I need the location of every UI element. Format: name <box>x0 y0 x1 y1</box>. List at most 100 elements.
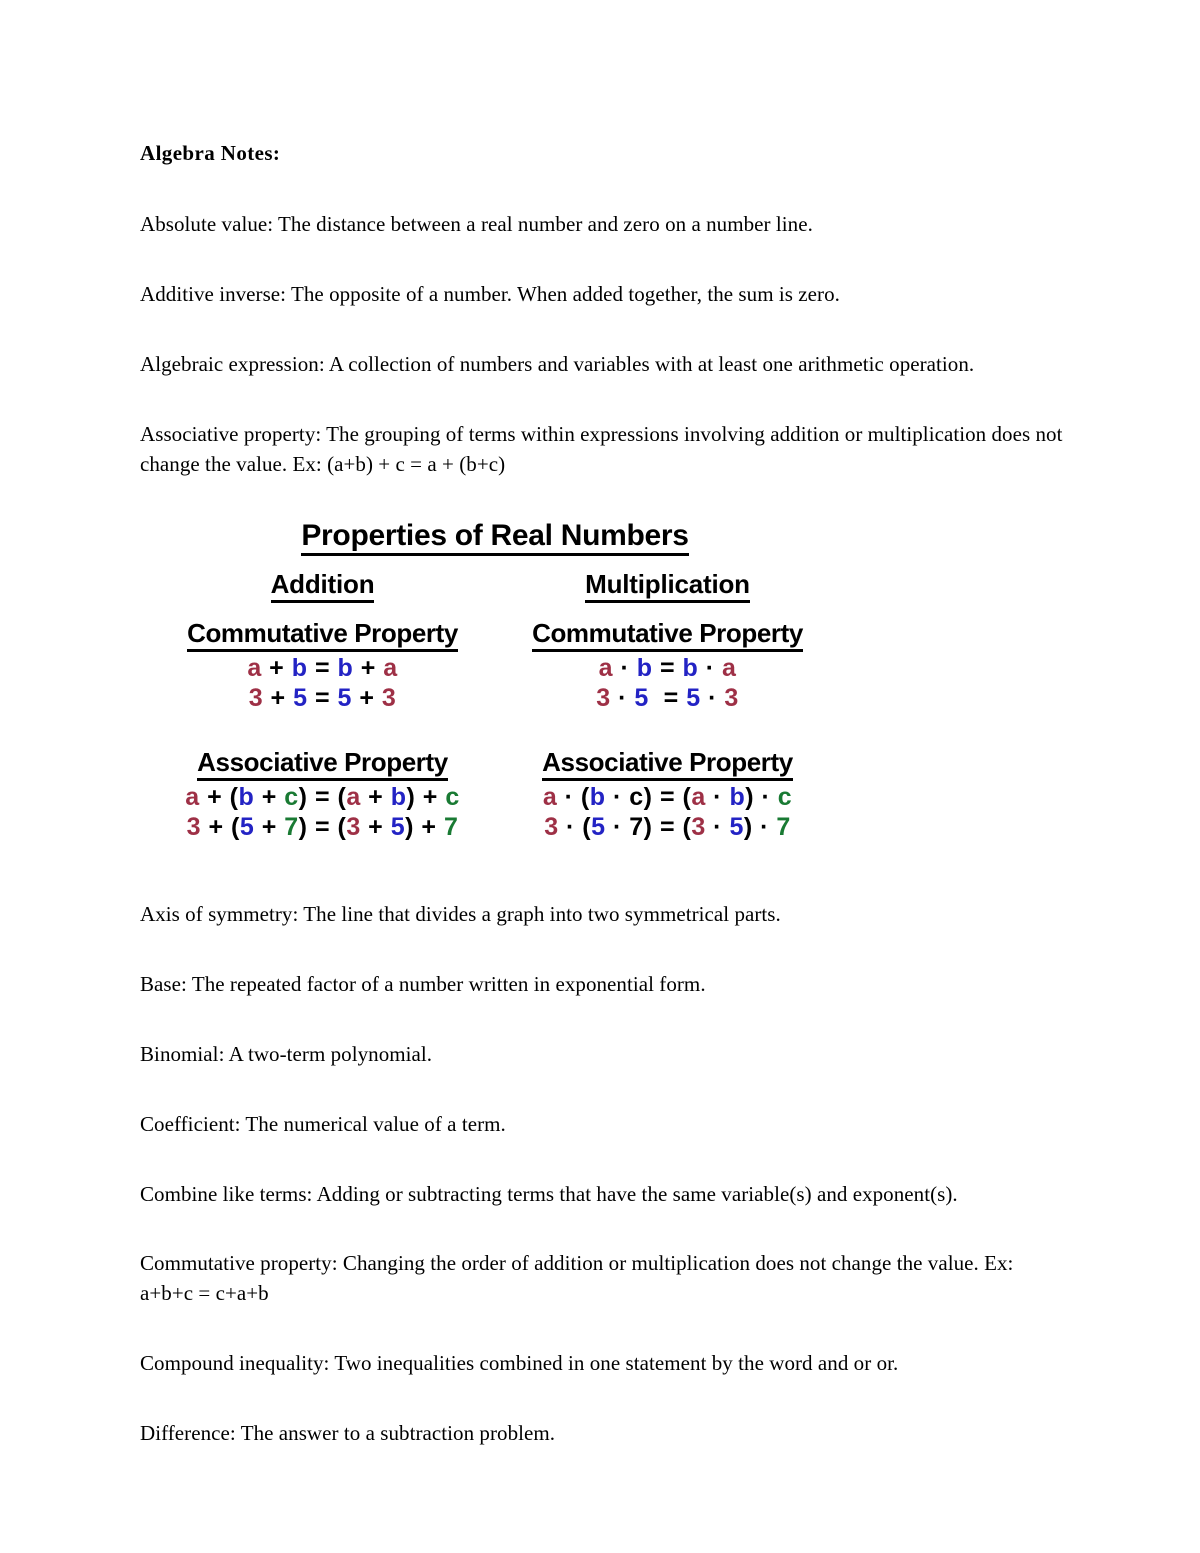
equation-token: b <box>682 654 699 683</box>
equation-token: b <box>589 783 606 812</box>
equation-token: b <box>337 654 354 683</box>
glossary-entry-commutative-property: Commutative property: Changing the order… <box>140 1251 1014 1306</box>
glossary-entry-combine-like-terms: Combine like terms: Adding or subtractin… <box>140 1181 958 1206</box>
equation-token: a <box>185 783 200 812</box>
equation-token: + <box>254 783 285 812</box>
equation-token: · <box>613 654 637 683</box>
figure-spacer <box>150 713 495 747</box>
equation-token: = <box>307 684 338 713</box>
equation-token: 7 <box>443 813 459 842</box>
equation-token: 5 <box>390 813 406 842</box>
equation-token: b <box>238 783 255 812</box>
glossary-entry-associative-property: Associative property: The grouping of te… <box>140 421 1063 476</box>
column-heading-addition: Addition <box>150 569 495 604</box>
equation-token: = <box>648 684 687 713</box>
equation-token: 5 <box>293 684 308 713</box>
glossary-entry-axis-of-symmetry: Axis of symmetry: The line that divides … <box>140 902 781 927</box>
equation-token: ) + <box>405 813 444 842</box>
equation-token: ) = ( <box>298 813 347 842</box>
properties-of-real-numbers-figure: Properties of Real Numbers Addition Comm… <box>140 519 840 842</box>
equation-token: a <box>346 783 361 812</box>
equation-token: c <box>445 783 460 812</box>
glossary-entry-coefficient: Coefficient: The numerical value of a te… <box>140 1111 506 1136</box>
equation-addition-commutative-variables: a + b = b + a <box>150 653 495 683</box>
equation-token: 5 <box>729 813 744 842</box>
equation-token: · <box>700 684 725 713</box>
equation-addition-associative-numbers: 3 + (5 + 7) = (3 + 5) + 7 <box>150 812 495 842</box>
equation-multiplication-commutative-numbers: 3 · 5 = 5 · 3 <box>495 683 840 713</box>
equation-token: + <box>360 783 391 812</box>
glossary-entry-absolute-value: Absolute value: The distance between a r… <box>140 212 813 237</box>
equation-token: ) + <box>406 783 446 812</box>
glossary-entry-difference: Difference: The answer to a subtraction … <box>140 1420 556 1445</box>
equation-token: a <box>247 654 262 683</box>
equation-token: · c) = ( <box>605 783 692 812</box>
equation-token: a <box>691 783 706 812</box>
equation-token: + <box>351 684 382 713</box>
equation-token: 5 <box>337 684 352 713</box>
page-title: Algebra Notes: <box>140 141 281 165</box>
glossary-entries-bottom: Axis of symmetry: The line that divides … <box>140 900 1080 1448</box>
figure-title-text: Properties of Real Numbers <box>301 519 689 557</box>
equation-token: + <box>263 684 294 713</box>
equation-token: 3 <box>544 813 559 842</box>
glossary-entry-base: Base: The repeated factor of a number wr… <box>140 972 706 997</box>
glossary-entry-compound-inequality: Compound inequality: Two inequalities co… <box>140 1351 899 1375</box>
equation-token: ) = ( <box>298 783 347 812</box>
figure-title: Properties of Real Numbers <box>150 519 840 557</box>
equation-token: 5 <box>634 684 649 713</box>
figure-column-multiplication: Multiplication Commutative Property a · … <box>495 569 840 842</box>
equation-token: + ( <box>201 813 240 842</box>
equation-token: b <box>390 783 407 812</box>
property-heading-addition-commutative: Commutative Property <box>150 618 495 653</box>
equation-addition-associative-variables: a + (b + c) = (a + b) + c <box>150 782 495 812</box>
property-heading-addition-associative: Associative Property <box>150 747 495 782</box>
equation-token: 5 <box>686 684 701 713</box>
equation-token: 5 <box>239 813 255 842</box>
glossary-entries-top: Absolute value: The distance between a r… <box>140 210 1080 479</box>
equation-token: a <box>383 654 398 683</box>
equation-token: b <box>729 783 746 812</box>
equation-token: c <box>777 783 793 812</box>
equation-token: · <box>698 654 722 683</box>
equation-token: + ( <box>199 783 239 812</box>
column-heading-multiplication: Multiplication <box>495 569 840 604</box>
equation-token: 3 <box>346 813 361 842</box>
equation-token: a <box>542 783 558 812</box>
property-heading-multiplication-associative: Associative Property <box>495 747 840 782</box>
figure-column-addition: Addition Commutative Property a + b = b … <box>150 569 495 842</box>
equation-addition-commutative-numbers: 3 + 5 = 5 + 3 <box>150 683 495 713</box>
property-heading-multiplication-commutative: Commutative Property <box>495 618 840 653</box>
equation-token: · ( <box>558 813 592 842</box>
equation-token: 5 <box>591 813 606 842</box>
equation-token: + <box>254 813 285 842</box>
equation-token: a <box>722 654 737 683</box>
equation-token: c <box>284 783 299 812</box>
equation-token: 3 <box>724 684 739 713</box>
equation-token: · <box>705 813 730 842</box>
equation-multiplication-associative-variables: a · (b · c) = (a · b) · c <box>495 782 840 812</box>
equation-token: 7 <box>284 813 299 842</box>
equation-token: + <box>261 654 292 683</box>
equation-token: · <box>610 684 635 713</box>
equation-token: + <box>353 654 384 683</box>
equation-token: = <box>307 654 338 683</box>
figure-spacer <box>495 713 840 747</box>
equation-token: ) · <box>745 783 778 812</box>
equation-token: b <box>291 654 308 683</box>
equation-token: 7 <box>776 813 791 842</box>
equation-token: = <box>652 654 683 683</box>
glossary-entry-binomial: Binomial: A two-term polynomial. <box>140 1041 433 1066</box>
equation-token: 3 <box>596 684 611 713</box>
equation-multiplication-commutative-variables: a · b = b · a <box>495 653 840 683</box>
equation-multiplication-associative-numbers: 3 · (5 · 7) = (3 · 5) · 7 <box>495 812 840 842</box>
equation-token: · 7) = ( <box>605 813 692 842</box>
equation-token: · ( <box>557 783 590 812</box>
equation-token: 3 <box>186 813 202 842</box>
glossary-entry-additive-inverse: Additive inverse: The opposite of a numb… <box>140 282 840 307</box>
equation-token: 3 <box>691 813 706 842</box>
equation-token: ) · <box>743 813 777 842</box>
equation-token: 3 <box>248 684 264 713</box>
equation-token: · <box>705 783 730 812</box>
equation-token: 3 <box>381 684 397 713</box>
